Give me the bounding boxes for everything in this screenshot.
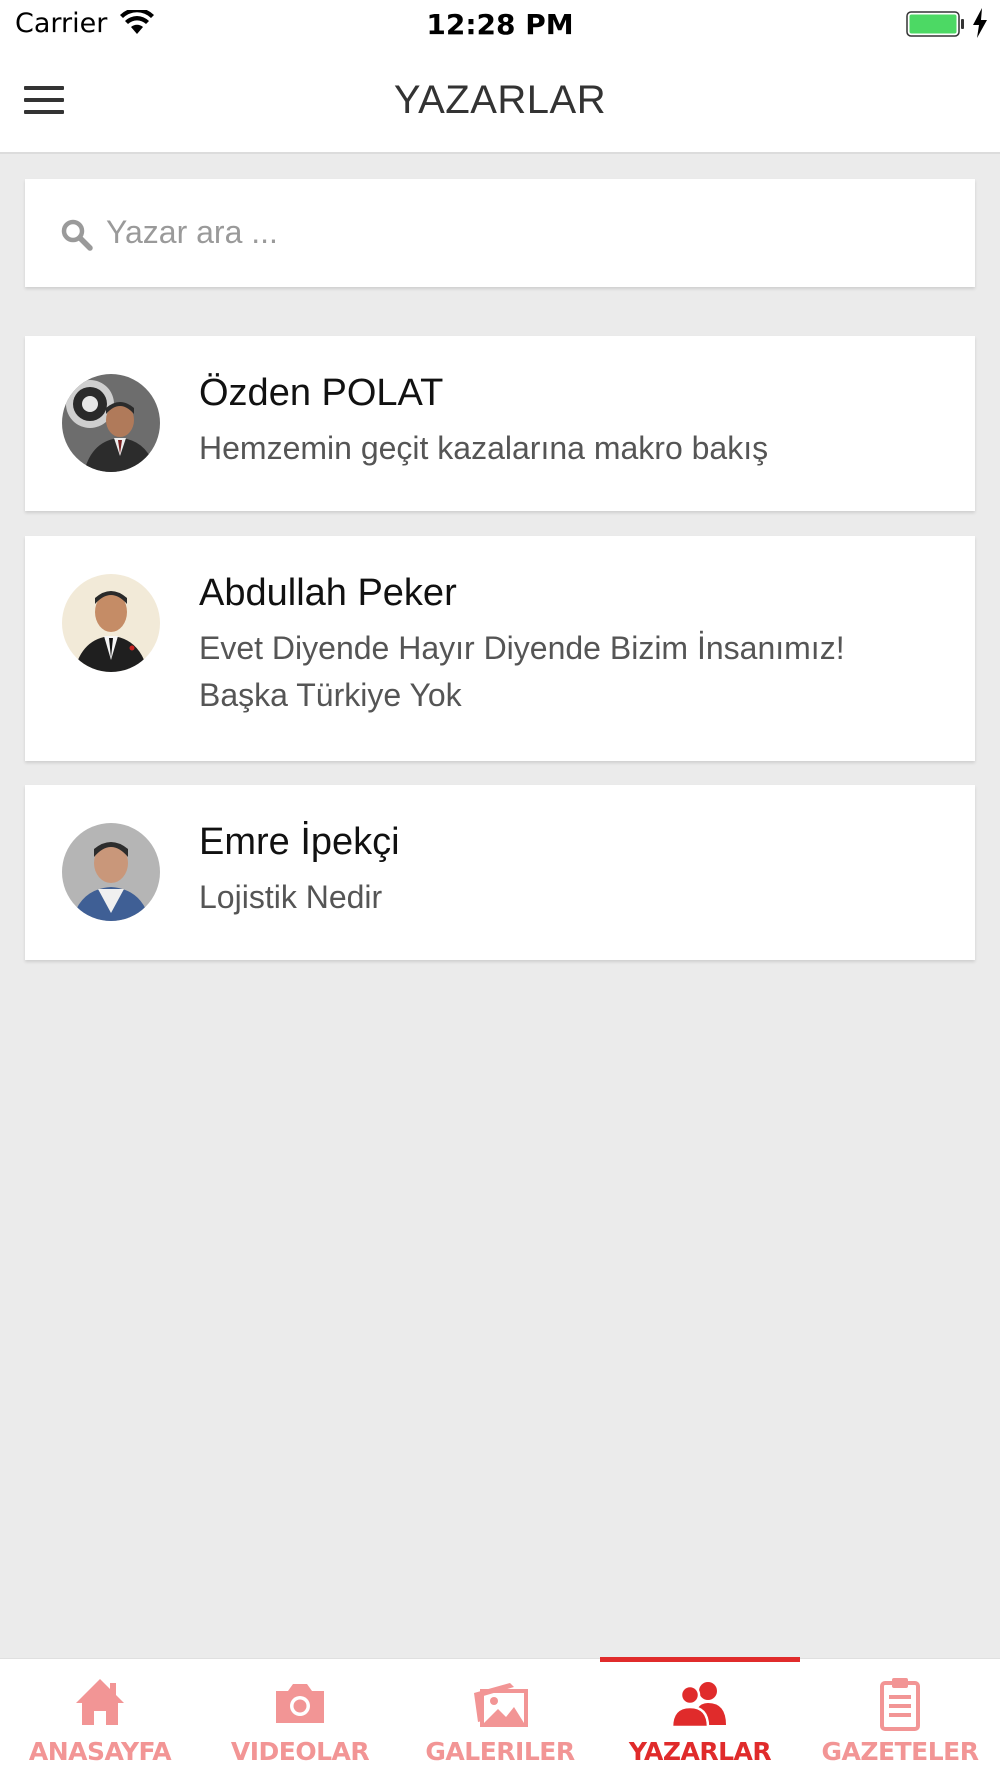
tab-label: GALERILER (425, 1737, 575, 1766)
article-title: Lojistik Nedir (199, 879, 383, 915)
home-icon (76, 1679, 124, 1725)
app-header: YAZARLAR (0, 50, 1000, 154)
status-bar: Carrier 12:28 PM (0, 0, 1000, 50)
article-title: Hemzemin geçit kazalarına makro bakış (199, 430, 769, 466)
author-card[interactable]: Abdullah Peker Evet Diyende Hayır Diyend… (25, 536, 975, 761)
camera-icon (276, 1684, 324, 1723)
author-card[interactable]: Özden POLAT Hemzemin geçit kazalarına ma… (25, 336, 975, 511)
tab-videolar[interactable]: VIDEOLAR (200, 1659, 400, 1778)
article-title: Evet Diyende Hayır Diyende Bizim İnsanım… (199, 630, 845, 713)
tab-label: ANASAYFA (28, 1737, 172, 1766)
author-card[interactable]: Emre İpekçi Lojistik Nedir (25, 785, 975, 960)
search-icon (61, 219, 93, 251)
author-name: Emre İpekçi (199, 821, 400, 863)
page-title: YAZARLAR (393, 78, 607, 122)
avatar (62, 823, 160, 921)
tab-yazarlar[interactable]: YAZARLAR (600, 1659, 800, 1778)
tab-label: GAZETELER (821, 1737, 979, 1766)
author-name: Özden POLAT (199, 372, 444, 414)
tab-bar: ANASAYFA VIDEOLAR GALERILER YAZARLAR GAZ… (0, 1657, 1000, 1778)
author-name: Abdullah Peker (199, 572, 457, 614)
battery-icon (906, 11, 964, 37)
avatar (62, 374, 160, 472)
tab-galeriler[interactable]: GALERILER (400, 1659, 600, 1778)
gallery-icon (474, 1683, 528, 1727)
tab-label: VIDEOLAR (230, 1737, 370, 1766)
clipboard-icon (880, 1678, 920, 1731)
search-input[interactable] (106, 208, 926, 256)
clock: 12:28 PM (426, 8, 574, 41)
charging-bolt-icon (973, 8, 987, 38)
tab-label: YAZARLAR (628, 1737, 772, 1766)
avatar (62, 574, 160, 672)
tab-gazeteler[interactable]: GAZETELER (800, 1659, 1000, 1778)
tab-anasayfa[interactable]: ANASAYFA (0, 1659, 200, 1778)
authors-icon (670, 1682, 726, 1729)
